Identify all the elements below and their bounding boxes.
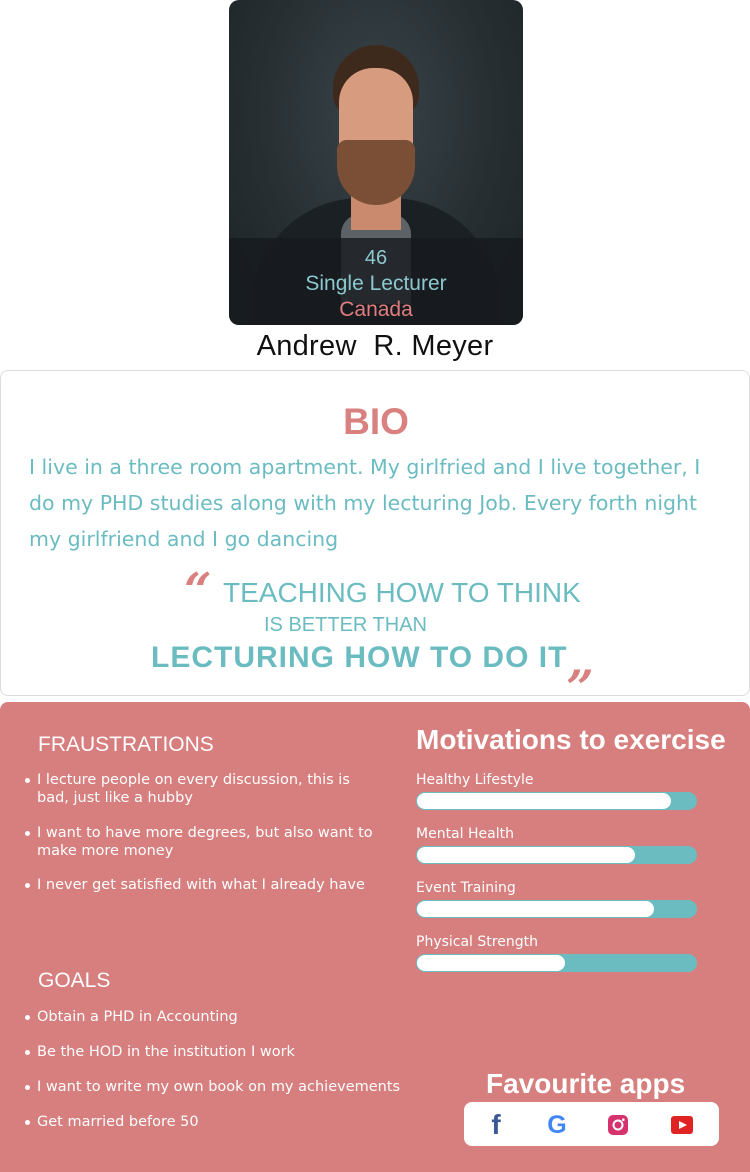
goal-item: Obtain a PHD in Accounting bbox=[25, 1008, 405, 1026]
frustrations-list: I lecture people on every discussion, th… bbox=[25, 771, 375, 910]
motivation-bar-fill bbox=[417, 901, 654, 917]
quote-open-mark: “ bbox=[184, 563, 212, 619]
facebook-icon[interactable]: f bbox=[483, 1109, 509, 1140]
motivation-label: Healthy Lifestyle bbox=[416, 772, 534, 788]
photo-info-overlay: 46 Single Lecturer Canada bbox=[229, 238, 523, 325]
profile-occupation: Single Lecturer bbox=[305, 272, 447, 295]
quote-close-mark: „ bbox=[567, 633, 595, 689]
favourite-apps-title: Favourite apps bbox=[486, 1068, 686, 1099]
google-icon[interactable]: G bbox=[544, 1111, 570, 1139]
motivation-label: Event Training bbox=[416, 880, 516, 896]
motivation-item: Healthy Lifestyle bbox=[416, 772, 697, 810]
favourite-apps-bar: fG bbox=[464, 1102, 719, 1146]
bio-text: I live in a three room apartment. My gir… bbox=[29, 455, 701, 551]
goals-title: GOALS bbox=[38, 969, 111, 992]
motivation-bar bbox=[416, 900, 697, 918]
quote-line-2: IS BETTER THAN bbox=[264, 614, 427, 636]
goal-item: I want to write my own book on my achiev… bbox=[25, 1078, 405, 1096]
frustration-item: I never get satisfied with what I alread… bbox=[25, 876, 375, 894]
motivation-bar bbox=[416, 954, 697, 972]
persona-details-panel: FRAUSTRATIONS I lecture people on every … bbox=[0, 702, 750, 1172]
frustrations-title: FRAUSTRATIONS bbox=[38, 733, 214, 756]
quote-line-3: LECTURING HOW TO DO IT bbox=[151, 641, 568, 674]
motivation-bar bbox=[416, 846, 697, 864]
motivation-bar-fill bbox=[417, 847, 635, 863]
motivation-item: Event Training bbox=[416, 880, 697, 918]
photo-beard bbox=[337, 140, 415, 205]
motivation-bar-fill bbox=[417, 793, 671, 809]
goal-item: Be the HOD in the institution I work bbox=[25, 1043, 405, 1061]
quote-line-1: TEACHING HOW TO THINK bbox=[223, 577, 581, 608]
profile-location: Canada bbox=[339, 298, 413, 321]
motivation-bar-fill bbox=[417, 955, 565, 971]
profile-age: 46 bbox=[364, 247, 388, 269]
motivation-item: Mental Health bbox=[416, 826, 697, 864]
bio-title: BIO bbox=[343, 401, 409, 442]
youtube-icon[interactable] bbox=[669, 1112, 695, 1138]
profile-photo: 46 Single Lecturer Canada bbox=[229, 0, 523, 325]
instagram-icon[interactable] bbox=[605, 1112, 631, 1138]
goal-item: Get married before 50 bbox=[25, 1113, 405, 1131]
bio-card: BIO I live in a three room apartment. My… bbox=[0, 370, 750, 696]
motivation-bar bbox=[416, 792, 697, 810]
motivations-title: Motivations to exercise bbox=[416, 724, 726, 755]
motivation-label: Physical Strength bbox=[416, 934, 538, 950]
frustration-item: I lecture people on every discussion, th… bbox=[25, 771, 375, 807]
goals-list: Obtain a PHD in Accounting Be the HOD in … bbox=[25, 1008, 405, 1148]
frustration-item: I want to have more degrees, but also wa… bbox=[25, 824, 375, 860]
motivation-label: Mental Health bbox=[416, 826, 514, 842]
motivation-item: Physical Strength bbox=[416, 934, 697, 972]
profile-name: Andrew R. Meyer bbox=[256, 330, 494, 362]
